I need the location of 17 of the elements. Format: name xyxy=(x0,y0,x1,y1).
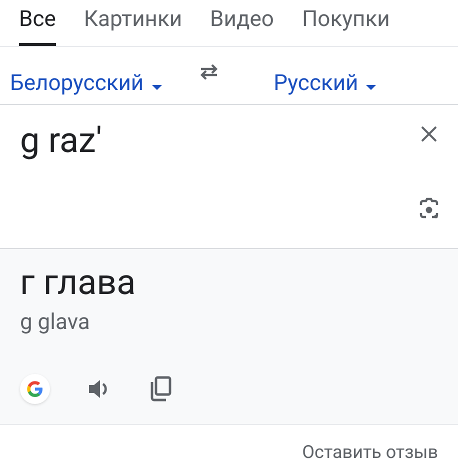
close-icon[interactable] xyxy=(420,125,438,144)
search-tab[interactable]: Все xyxy=(19,2,56,46)
copy-icon[interactable] xyxy=(150,376,172,402)
transliteration-text: g glava xyxy=(20,312,91,334)
input-field[interactable]: g raz' xyxy=(20,123,102,158)
source-language-dropdown[interactable]: Белорусский xyxy=(0,67,162,100)
caret-icon xyxy=(152,85,162,90)
camera-icon[interactable] xyxy=(417,197,441,222)
feedback-link[interactable]: Оставить отзыв xyxy=(302,438,438,466)
search-tab[interactable]: Видео xyxy=(210,2,274,46)
search-tab[interactable]: Покупки xyxy=(302,2,390,46)
caret-icon xyxy=(366,85,376,90)
target-language-dropdown[interactable]: Русский xyxy=(274,67,376,100)
translation-text: г глава xyxy=(20,264,137,300)
swap-icon[interactable] xyxy=(198,64,220,80)
google-logo-icon[interactable] xyxy=(20,374,50,404)
search-tab[interactable]: Картинки xyxy=(84,2,182,46)
